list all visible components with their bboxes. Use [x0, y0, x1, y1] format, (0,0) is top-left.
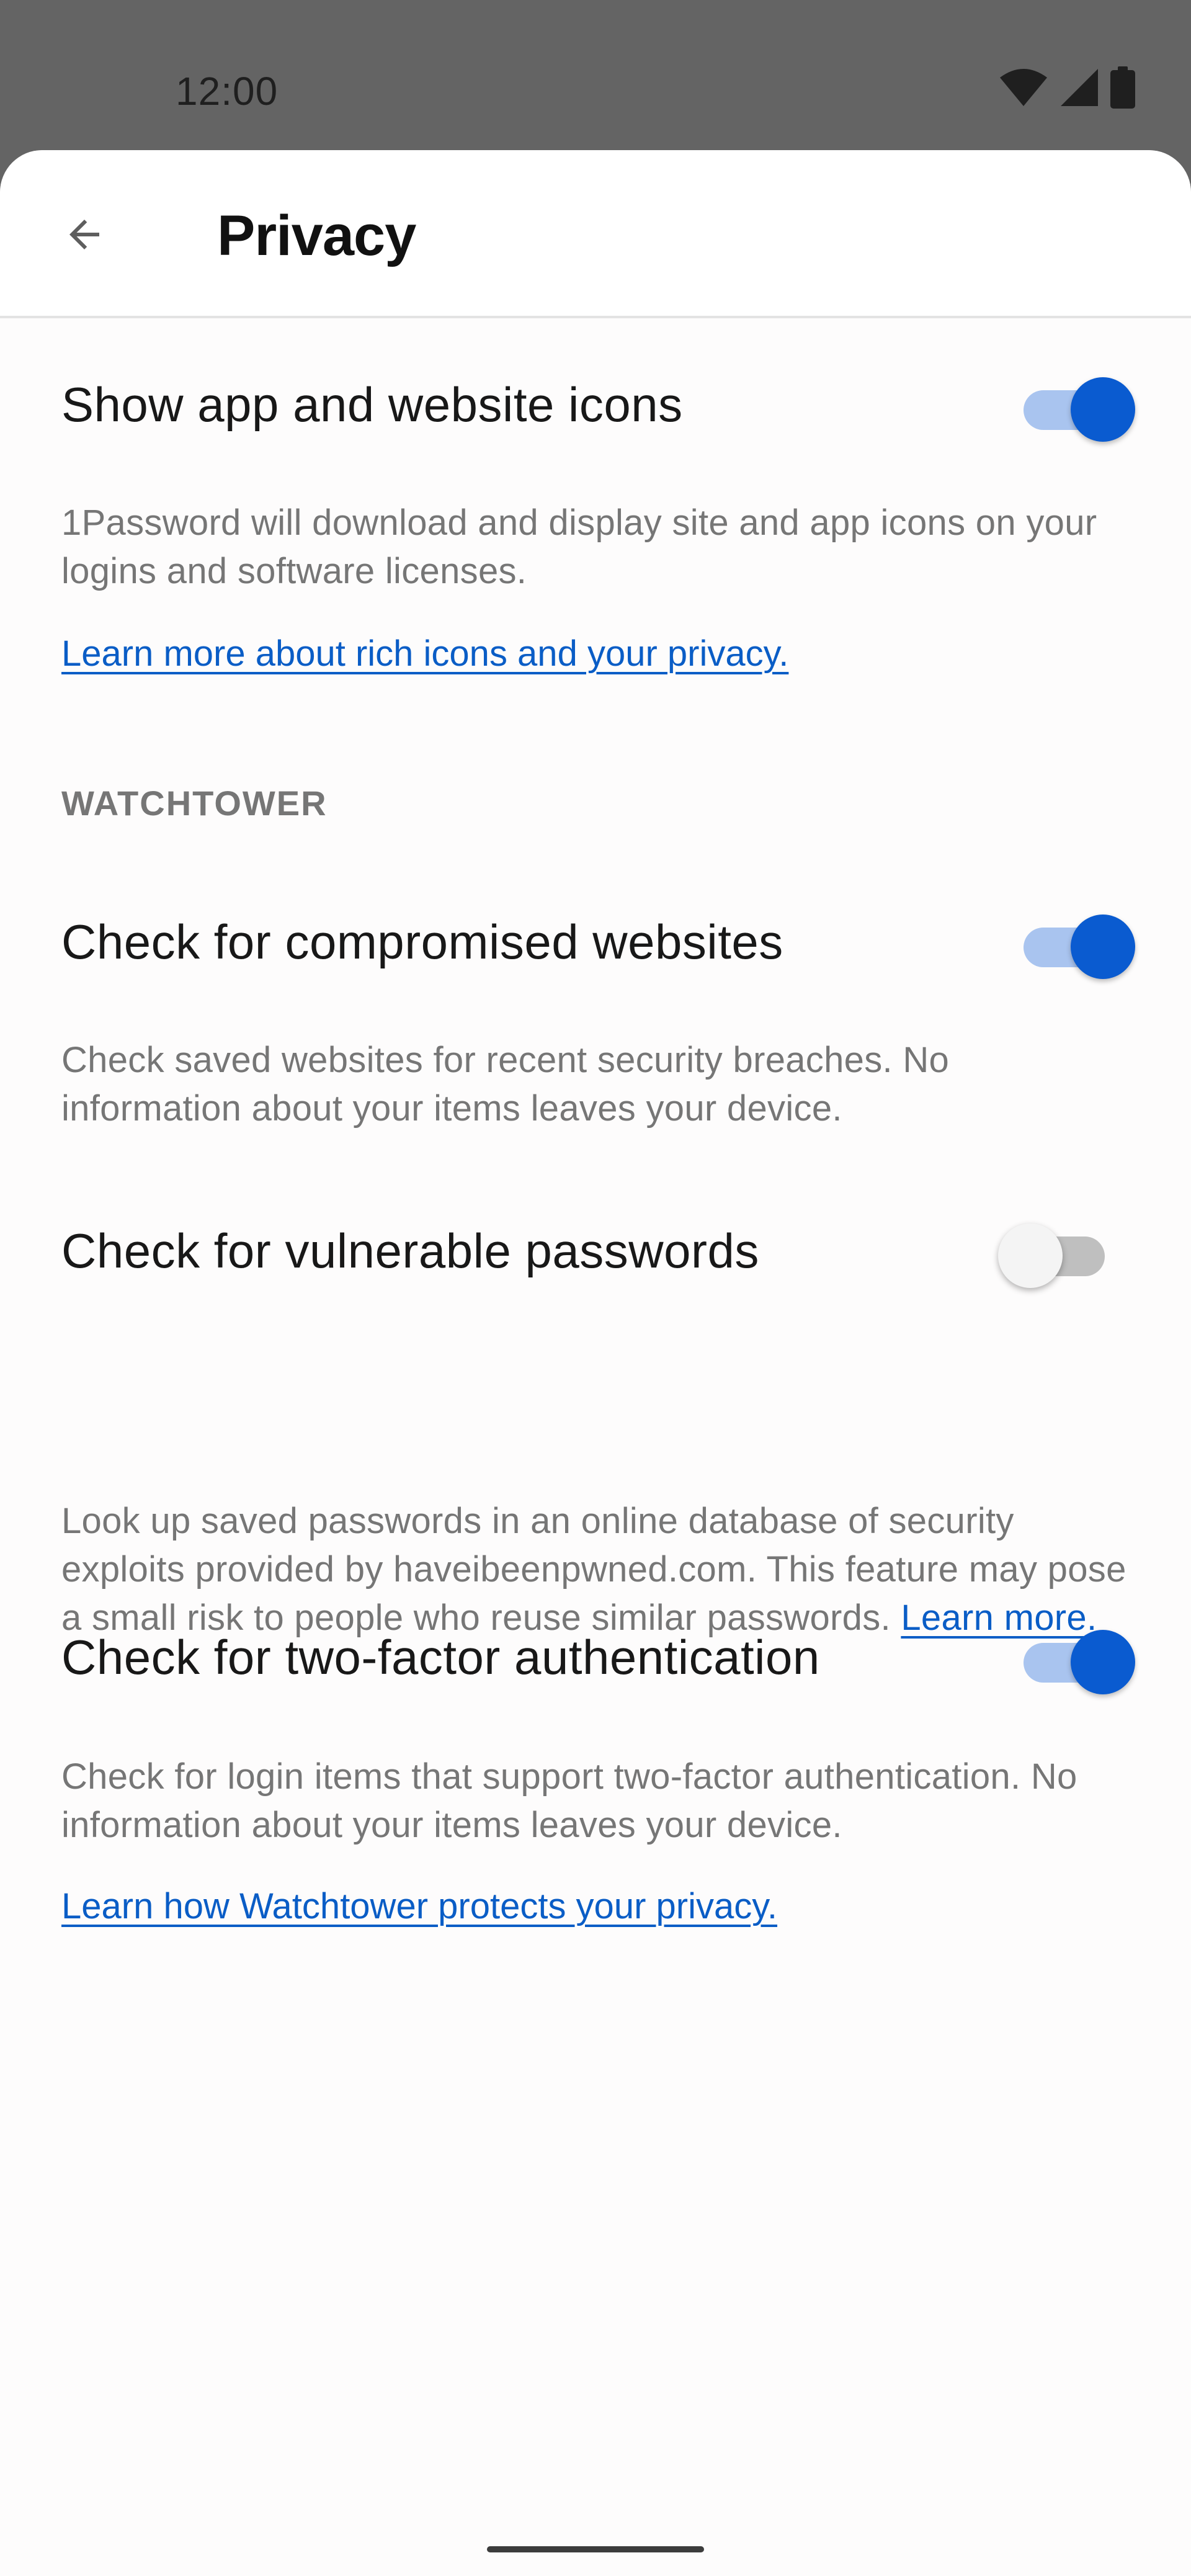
arrow-back-icon [62, 212, 107, 260]
status-icons [999, 66, 1135, 112]
home-indicator[interactable] [487, 2546, 704, 2552]
back-button[interactable] [47, 199, 122, 273]
status-time: 12:00 [176, 69, 279, 114]
toggle-knob [1071, 377, 1135, 442]
status-bar: 12:00 [0, 0, 1191, 149]
compromised-websites-toggle[interactable] [1024, 906, 1141, 980]
setting-title-show-icons: Show app and website icons [61, 377, 683, 432]
learn-more-rich-icons-link[interactable]: Learn more about rich icons and your pri… [61, 633, 788, 674]
two-factor-toggle[interactable] [1024, 1621, 1141, 1696]
setting-description-compromised-websites: Check saved websites for recent security… [61, 1040, 950, 1129]
setting-title-vulnerable-passwords: Check for vulnerable passwords [61, 1223, 759, 1278]
battery-icon [1110, 66, 1135, 112]
vulnerable-passwords-toggle[interactable] [998, 1215, 1123, 1289]
setting-title-two-factor: Check for two-factor authentication [61, 1630, 820, 1684]
toggle-knob [998, 1223, 1063, 1288]
privacy-sheet: Privacy Show app and website icons 1Pass… [0, 150, 1191, 2576]
page-title: Privacy [217, 204, 416, 267]
wifi-icon [999, 68, 1048, 110]
toggle-knob [1071, 1630, 1135, 1694]
watchtower-privacy-link[interactable]: Learn how Watchtower protects your priva… [61, 1885, 777, 1927]
app-bar: Privacy [0, 150, 1191, 318]
setting-description-show-icons: 1Password will download and display site… [61, 503, 1097, 591]
setting-description-two-factor: Check for login items that support two-f… [61, 1756, 1077, 1845]
show-icons-toggle[interactable] [1024, 369, 1141, 443]
section-header-watchtower: WATCHTOWER [61, 784, 328, 823]
setting-description-vulnerable-passwords: Look up saved passwords in an online dat… [61, 1497, 1141, 1642]
toggle-knob [1071, 915, 1135, 979]
setting-title-compromised-websites: Check for compromised websites [61, 915, 783, 969]
cellular-signal-icon [1059, 68, 1099, 110]
